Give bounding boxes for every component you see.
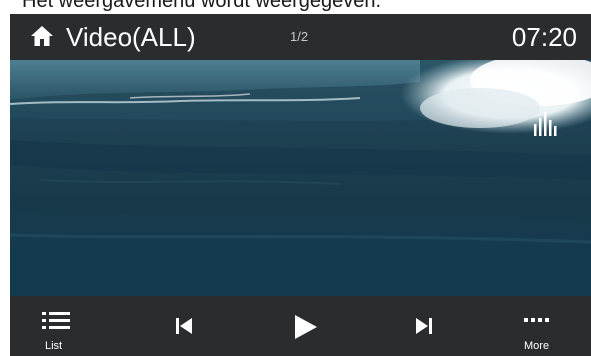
more-dots-icon xyxy=(524,318,549,322)
skip-previous-icon xyxy=(176,318,192,334)
top-bar: Video(ALL) 1/2 07:20 xyxy=(10,14,591,60)
list-button[interactable]: List xyxy=(28,296,88,356)
previous-button[interactable] xyxy=(160,296,210,356)
play-icon xyxy=(295,315,317,339)
control-bar: List More xyxy=(10,296,591,356)
video-frame xyxy=(10,60,591,296)
more-label: More xyxy=(524,340,550,352)
more-button[interactable]: More xyxy=(510,296,570,356)
next-button[interactable] xyxy=(400,296,450,356)
list-icon xyxy=(42,312,70,329)
video-playback-area[interactable] xyxy=(10,60,591,296)
skip-next-icon xyxy=(416,318,432,334)
equalizer-icon[interactable] xyxy=(532,110,560,136)
instruction-caption: Het weergavemenu wordt weergegeven. xyxy=(0,0,591,14)
home-icon[interactable] xyxy=(30,24,54,48)
head-unit-screen: Video(ALL) 1/2 07:20 List More xyxy=(10,14,591,356)
play-button[interactable] xyxy=(280,296,330,356)
clock: 07:20 xyxy=(511,22,577,52)
source-title: Video(ALL) xyxy=(66,22,196,52)
caption-text: Het weergavemenu wordt weergegeven. xyxy=(22,0,382,12)
list-label: List xyxy=(45,340,63,352)
page-indicator: 1/2 xyxy=(290,29,309,44)
